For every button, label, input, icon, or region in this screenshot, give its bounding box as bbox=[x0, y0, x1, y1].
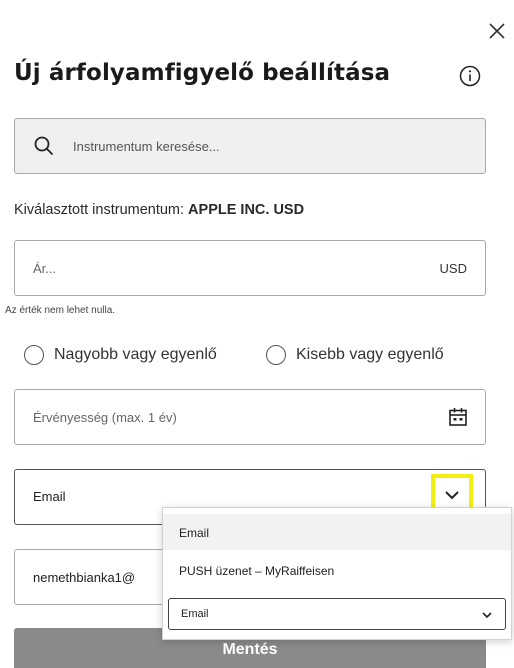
channel-dropdown-menu: Email PUSH üzenet – MyRaiffeisen Email bbox=[162, 507, 512, 640]
dropdown-option-push[interactable]: PUSH üzenet – MyRaiffeisen bbox=[163, 552, 511, 588]
native-channel-select[interactable]: Email bbox=[168, 598, 506, 630]
channel-selected-value: Email bbox=[33, 489, 66, 504]
radio-label: Nagyobb vagy egyenlő bbox=[54, 346, 217, 363]
search-input[interactable] bbox=[73, 119, 473, 173]
chevron-down-icon bbox=[482, 612, 492, 619]
calendar-icon[interactable] bbox=[447, 406, 469, 428]
price-input[interactable] bbox=[33, 241, 393, 295]
selected-instrument-label: Kiválasztott instrumentum: bbox=[14, 202, 185, 218]
validity-input[interactable] bbox=[33, 390, 413, 444]
price-hint: Az érték nem lehet nulla. bbox=[5, 305, 116, 316]
dropdown-option-email[interactable]: Email bbox=[163, 514, 511, 550]
page-title: Új árfolyamfigyelő beállítása bbox=[14, 60, 391, 86]
search-box[interactable] bbox=[14, 118, 486, 174]
native-select-value: Email bbox=[181, 608, 209, 620]
close-icon bbox=[489, 23, 505, 39]
search-icon bbox=[34, 136, 54, 156]
radio-circle[interactable] bbox=[266, 345, 286, 365]
validity-field[interactable] bbox=[14, 389, 486, 445]
info-icon bbox=[459, 65, 481, 87]
price-field[interactable]: USD bbox=[14, 240, 486, 296]
radio-circle[interactable] bbox=[24, 345, 44, 365]
info-button[interactable] bbox=[458, 64, 482, 88]
radio-label: Kisebb vagy egyenlő bbox=[296, 346, 444, 363]
currency-label: USD bbox=[439, 261, 467, 276]
radio-greater-or-equal[interactable]: Nagyobb vagy egyenlő bbox=[24, 344, 217, 366]
radio-less-or-equal[interactable]: Kisebb vagy egyenlő bbox=[266, 344, 444, 366]
selected-instrument: Kiválasztott instrumentum: APPLE INC. USD bbox=[14, 202, 304, 218]
selected-instrument-value: APPLE INC. USD bbox=[188, 202, 305, 218]
close-button[interactable] bbox=[486, 20, 508, 42]
chevron-down-icon bbox=[445, 491, 459, 500]
